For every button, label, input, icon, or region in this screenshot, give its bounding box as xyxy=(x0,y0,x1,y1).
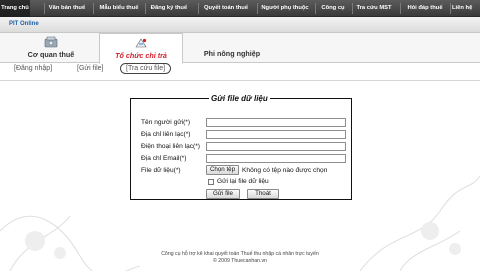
resend-label: Gửi lại file dữ liệu xyxy=(217,178,269,185)
email-label: Địa chỉ Email(*) xyxy=(141,155,187,162)
choose-file-button[interactable]: Chọn tệp xyxy=(206,165,239,175)
footer-copyright: © 2009 Thuecanhan.vn xyxy=(213,258,267,264)
sender-name-input[interactable] xyxy=(206,118,346,127)
nav-divider xyxy=(352,3,353,14)
action-links: [Đăng nhập] [Gửi file] [Tra cứu file] xyxy=(0,63,480,79)
nav-tax-documents[interactable]: Văn bản thuế xyxy=(46,0,88,17)
form-title: Gửi file dữ liệu xyxy=(211,94,268,103)
nav-contact[interactable]: Liên hệ xyxy=(452,0,480,17)
no-file-text: Không có tệp nào được chọn xyxy=(242,167,328,174)
nav-divider xyxy=(44,3,45,14)
email-input[interactable] xyxy=(206,154,346,163)
tab-non-business-label: Phi nông nghiệp xyxy=(203,49,261,58)
upload-form: Gửi file dữ liệu Tên người gửi(*) Địa ch… xyxy=(130,94,352,200)
nav-divider xyxy=(93,3,94,14)
tab-non-business[interactable]: Phi nông nghiệp xyxy=(188,33,276,63)
nav-divider xyxy=(450,3,451,14)
tax-office-icon xyxy=(44,36,58,48)
sender-name-label: Tên người gửi(*) xyxy=(141,119,191,126)
tab-tax-office[interactable]: Cơ quan thuế xyxy=(8,33,94,63)
nav-tax-qa[interactable]: Hỏi đáp thuế xyxy=(403,0,447,17)
nav-tax-registration[interactable]: Đăng ký thuế xyxy=(148,0,190,17)
site-label[interactable]: PIT Online xyxy=(9,21,39,27)
login-link[interactable]: [Đăng nhập] xyxy=(14,65,52,72)
nav-tools[interactable]: Công cụ xyxy=(318,0,348,17)
nav-divider xyxy=(315,3,316,14)
payer-org-icon xyxy=(135,38,147,48)
nav-divider xyxy=(400,3,401,14)
address-input[interactable] xyxy=(206,130,346,139)
phone-label: Điện thoại liên lạc(*) xyxy=(141,143,201,150)
tab-bar: Cơ quan thuế Tổ chức chi trả Phi nông ng… xyxy=(0,33,480,64)
tab-payer-org[interactable]: Tổ chức chi trả xyxy=(99,33,183,64)
nav-dependents[interactable]: Người phụ thuộc xyxy=(260,0,310,17)
resend-checkbox[interactable] xyxy=(208,179,214,185)
tab-tax-office-label: Cơ quan thuế xyxy=(27,50,75,59)
sub-header-bar: PIT Online xyxy=(0,17,480,33)
exit-button[interactable]: Thoát xyxy=(247,189,279,199)
top-nav-bar: Trang chủ Văn bản thuế Mẫu biểu thuế Đăn… xyxy=(0,0,480,17)
footer: Công cụ hỗ trợ kê khai quyết toán Thuế t… xyxy=(0,251,480,265)
phone-input[interactable] xyxy=(206,142,346,151)
nav-tax-forms[interactable]: Mẫu biểu thuế xyxy=(96,0,142,17)
address-label: Địa chỉ liên lạc(*) xyxy=(141,131,191,138)
nav-divider xyxy=(145,3,146,14)
file-label: File dữ liệu(*) xyxy=(141,167,181,174)
tab-payer-org-label: Tổ chức chi trả xyxy=(115,51,167,60)
send-file-link[interactable]: [Gửi file] xyxy=(77,65,103,72)
lookup-file-link[interactable]: [Tra cứu file] xyxy=(120,63,172,74)
nav-divider xyxy=(198,3,199,14)
nav-divider xyxy=(257,3,258,14)
submit-button[interactable]: Gửi file xyxy=(206,189,240,199)
footer-line-1: Công cụ hỗ trợ kê khai quyết toán Thuế t… xyxy=(161,251,319,257)
nav-tax-code-lookup[interactable]: Tra cứu MST xyxy=(355,0,393,17)
nav-home[interactable]: Trang chủ xyxy=(0,0,30,17)
main-content: Gửi file dữ liệu Tên người gửi(*) Địa ch… xyxy=(0,81,480,271)
nav-tax-settlement[interactable]: Quyết toán thuế xyxy=(201,0,251,17)
